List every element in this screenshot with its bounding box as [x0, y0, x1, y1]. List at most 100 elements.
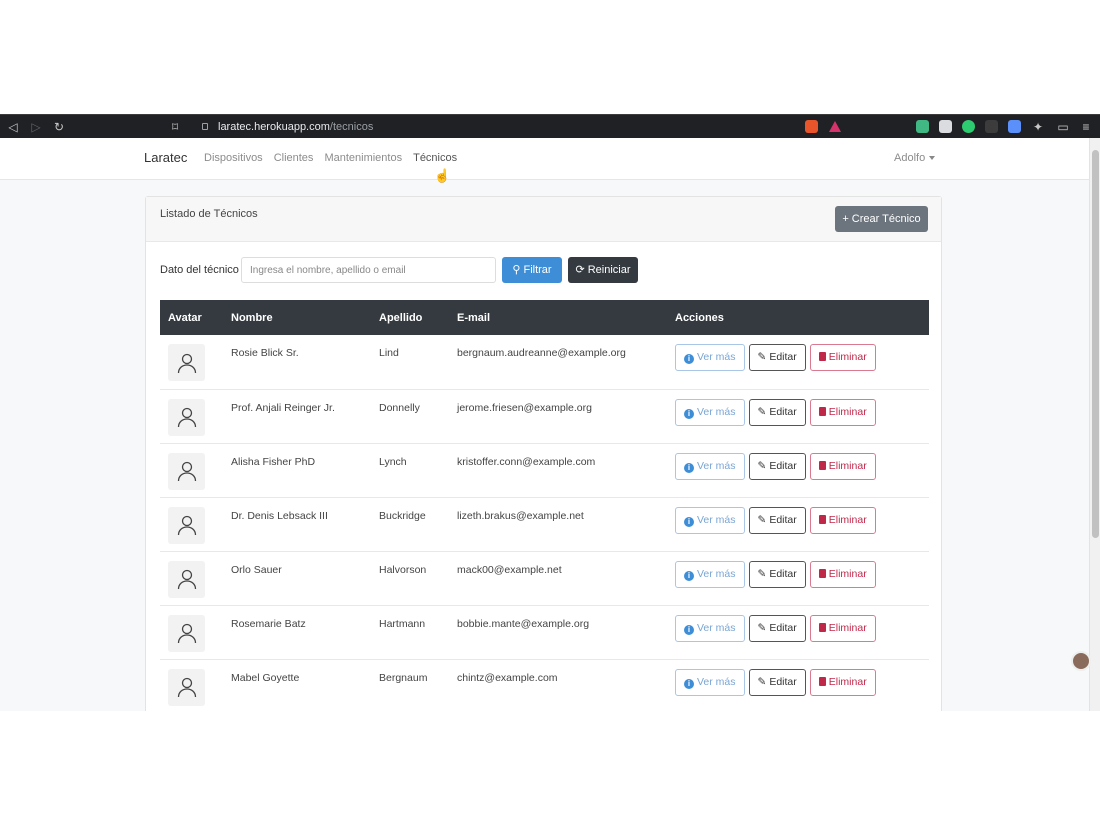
wallet-icon[interactable]: ▭	[1055, 119, 1071, 135]
trash-icon	[818, 352, 826, 361]
edit-button[interactable]: ✎ Editar	[748, 560, 806, 588]
nav-item-clientes[interactable]: Clientes	[274, 152, 314, 164]
view-button[interactable]: i Ver más	[675, 614, 745, 642]
delete-button[interactable]: Eliminar	[809, 560, 876, 588]
forward-icon[interactable]: ▷	[28, 119, 44, 135]
nav-item-mantenimientos[interactable]: Mantenimientos	[324, 152, 402, 164]
document-extension-icon[interactable]	[939, 120, 952, 133]
extensions-puzzle-icon[interactable]: ✦	[1030, 119, 1046, 135]
reset-button[interactable]: ⟳ Reiniciar	[568, 257, 638, 283]
info-icon: i	[684, 678, 694, 689]
info-icon: i	[684, 570, 694, 581]
scrollbar-thumb[interactable]	[1092, 150, 1099, 538]
caret-down-icon	[929, 156, 936, 161]
brave-shield-icon[interactable]	[805, 120, 818, 133]
edit-button[interactable]: ✎ Editar	[748, 398, 806, 426]
table-row: Alisha Fisher PhD Lynch kristoffer.conn@ex…	[160, 443, 929, 497]
edit-icon: ✎	[757, 405, 767, 418]
row-actions: i Ver más ✎ Editar Eliminar	[675, 344, 929, 371]
tecnicos-card: Listado de Técnicos + Crear Técnico Dato…	[145, 196, 942, 711]
delete-button[interactable]: Eliminar	[809, 614, 876, 642]
browser-window: ◁ ▷ ↻ ⌑ laratec.herokuapp.com/tecnicos ✦…	[0, 114, 1100, 711]
cell-email: mack00@example.net	[457, 563, 562, 576]
delete-button[interactable]: Eliminar	[809, 398, 876, 426]
row-actions: i Ver más ✎ Editar Eliminar	[675, 614, 929, 642]
column-header-apellido: Apellido	[371, 300, 449, 335]
vue-devtools-icon[interactable]	[916, 120, 929, 133]
edit-icon: ✎	[757, 567, 767, 580]
url-text: laratec.herokuapp.com/tecnicos	[218, 121, 374, 133]
bookmark-icon[interactable]: ⌑	[172, 118, 178, 136]
column-header-avatar: Avatar	[160, 300, 223, 335]
avatar	[168, 452, 205, 490]
cell-nombre: Rosemarie Batz	[231, 617, 306, 630]
trash-icon	[818, 622, 826, 632]
row-actions: i Ver más ✎ Editar Eliminar	[675, 560, 929, 588]
blue-extension-icon[interactable]	[1008, 120, 1021, 133]
cell-email: chintz@example.com	[457, 671, 558, 684]
column-header-acciones: Acciones	[667, 300, 929, 335]
top-navbar: Laratec Dispositivos Clientes Mantenimie…	[0, 138, 1089, 180]
trash-icon	[818, 406, 826, 416]
address-bar[interactable]: ⌑ laratec.herokuapp.com/tecnicos	[166, 118, 796, 136]
scrollbar[interactable]	[1089, 138, 1100, 711]
view-button[interactable]: i Ver más	[675, 668, 745, 696]
edit-button[interactable]: ✎ Editar	[748, 506, 806, 534]
hand-cursor-icon: ☝	[434, 168, 451, 183]
cell-email: lizeth.brakus@example.net	[457, 509, 584, 522]
search-extension-icon[interactable]	[985, 120, 998, 133]
cell-apellido: Halvorson	[379, 563, 427, 576]
rewards-icon[interactable]	[829, 121, 841, 132]
info-icon: i	[684, 624, 694, 635]
cell-nombre: Dr. Denis Lebsack III	[231, 509, 328, 522]
menu-icon[interactable]: ≡	[1078, 119, 1094, 135]
edit-button[interactable]: ✎ Editar	[748, 614, 806, 642]
cell-email: bobbie.mante@example.org	[457, 617, 590, 630]
avatar	[168, 506, 205, 544]
user-menu[interactable]: Adolfo	[894, 152, 936, 164]
cell-email: bergnaum.audreanne@example.org	[457, 347, 626, 359]
edit-button[interactable]: ✎ Editar	[748, 452, 806, 480]
nav-item-tecnicos[interactable]: Técnicos	[413, 152, 457, 164]
avatar	[168, 614, 205, 652]
edit-icon: ✎	[757, 513, 767, 526]
column-header-email: E-mail	[449, 300, 667, 335]
back-icon[interactable]: ◁	[5, 119, 21, 135]
nav-item-dispositivos[interactable]: Dispositivos	[204, 152, 263, 164]
cell-nombre: Prof. Anjali Reinger Jr.	[231, 401, 335, 414]
filter-button[interactable]: ⚲ Filtrar	[502, 257, 562, 283]
view-button[interactable]: i Ver más	[675, 398, 745, 426]
info-icon: i	[684, 408, 694, 419]
delete-button[interactable]: Eliminar	[809, 452, 876, 480]
avatar	[168, 668, 205, 706]
delete-button[interactable]: Eliminar	[809, 668, 876, 696]
brand-logo[interactable]: Laratec	[144, 150, 187, 165]
sync-icon: ⟳	[575, 264, 585, 276]
delete-button[interactable]: Eliminar	[809, 344, 876, 371]
info-icon: i	[684, 462, 694, 473]
create-tecnico-button[interactable]: + Crear Técnico	[835, 206, 928, 232]
edit-button[interactable]: ✎ Editar	[748, 344, 806, 371]
edit-button[interactable]: ✎ Editar	[748, 668, 806, 696]
table-row: Rosemarie Batz Hartmann bobbie.mante@examp…	[160, 605, 929, 659]
green-extension-icon[interactable]	[962, 120, 975, 133]
view-button[interactable]: i Ver más	[675, 560, 745, 588]
reload-icon[interactable]: ↻	[51, 119, 67, 135]
lock-icon	[202, 123, 208, 130]
filter-input[interactable]	[241, 257, 496, 283]
cell-nombre: Rosie Blick Sr.	[231, 347, 299, 359]
chat-avatar-icon[interactable]	[1071, 651, 1091, 671]
cell-nombre: Alisha Fisher PhD	[231, 455, 316, 468]
row-actions: i Ver más ✎ Editar Eliminar	[675, 452, 929, 480]
view-button[interactable]: i Ver más	[675, 506, 745, 534]
view-button[interactable]: i Ver más	[675, 344, 745, 371]
search-icon: ⚲	[512, 264, 521, 276]
user-name: Adolfo	[894, 152, 926, 164]
delete-button[interactable]: Eliminar	[809, 506, 876, 534]
cell-apellido: Lind	[379, 347, 399, 359]
trash-icon	[818, 514, 826, 524]
page: Laratec Dispositivos Clientes Mantenimie…	[0, 138, 1089, 711]
column-header-nombre: Nombre	[223, 300, 371, 335]
table-row: Prof. Anjali Reinger Jr. Donnelly jerome.f…	[160, 389, 929, 443]
view-button[interactable]: i Ver más	[675, 452, 745, 480]
